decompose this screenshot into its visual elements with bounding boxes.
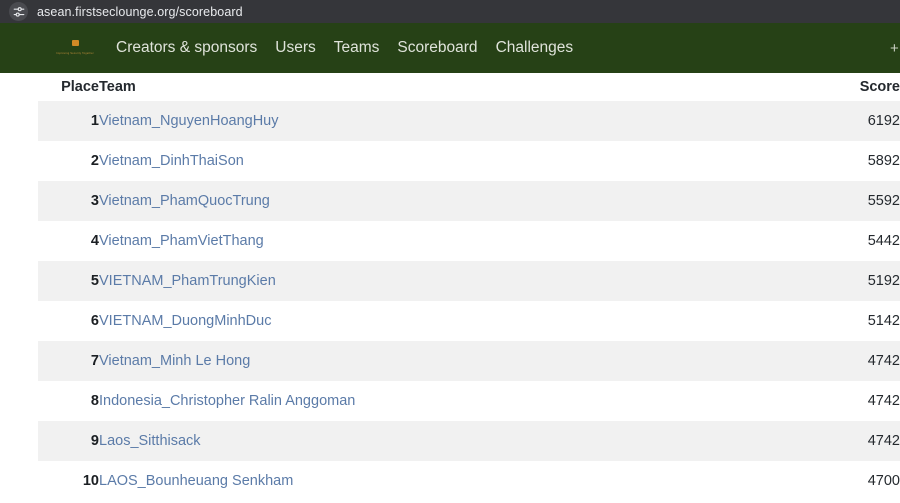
table-row[interactable]: 8 Indonesia_Christopher Ralin Anggoman 4… [0,381,900,421]
cell-team: Vietnam_DinhThaiSon [99,141,799,181]
cell-score: 4700 [799,461,900,501]
cell-team: LAOS_Bounheuang Senkham [99,461,799,501]
table-body: 1 Vietnam_NguyenHoangHuy 6192 2 Vietnam_… [0,101,900,501]
nav-link-challenges[interactable]: Challenges [487,39,583,57]
cell-place: 8 [0,381,99,421]
nav-overflow-glyph: + [890,40,899,56]
url-text: asean.firstseclounge.org/scoreboard [37,4,243,19]
cell-place: 1 [0,101,99,141]
cell-score: 5192 [799,261,900,301]
team-link[interactable]: Vietnam_NguyenHoangHuy [99,113,279,129]
column-header-score: Score [799,73,900,101]
table-row[interactable]: 7 Vietnam_Minh Le Hong 4742 [0,341,900,381]
table-row[interactable]: 5 VIETNAM_PhamTrungKien 5192 [0,261,900,301]
site-navbar: Improving Security Together Creators & s… [0,23,900,73]
cell-place: 10 [0,461,99,501]
scoreboard-table-container: Place Team Score 1 Vietnam_NguyenHoangHu… [0,73,900,503]
cell-team: Vietnam_Minh Le Hong [99,341,799,381]
cell-team: Vietnam_PhamVietThang [99,221,799,261]
table-row[interactable]: 2 Vietnam_DinhThaiSon 5892 [0,141,900,181]
table-row[interactable]: 9 Laos_Sitthisack 4742 [0,421,900,461]
table-row[interactable]: 6 VIETNAM_DuongMinhDuc 5142 [0,301,900,341]
column-header-team: Team [99,73,799,101]
cell-place: 9 [0,421,99,461]
team-link[interactable]: Laos_Sitthisack [99,433,201,449]
team-link[interactable]: Vietnam_Minh Le Hong [99,353,250,369]
cell-score: 5142 [799,301,900,341]
logo-mark-icon [71,40,79,47]
nav-link-users[interactable]: Users [266,39,324,57]
cell-place: 5 [0,261,99,301]
table-row[interactable]: 10 LAOS_Bounheuang Senkham 4700 [0,461,900,501]
cell-score: 5892 [799,141,900,181]
table-header-row: Place Team Score [0,73,900,101]
cell-place: 7 [0,341,99,381]
table-row[interactable]: 1 Vietnam_NguyenHoangHuy 6192 [0,101,900,141]
cell-team: Indonesia_Christopher Ralin Anggoman [99,381,799,421]
nav-link-teams[interactable]: Teams [325,39,389,57]
column-header-place: Place [0,73,99,101]
team-link[interactable]: Vietnam_PhamVietThang [99,233,264,249]
nav-overflow-region[interactable]: + [890,41,900,56]
cell-place: 2 [0,141,99,181]
cell-place: 4 [0,221,99,261]
team-link[interactable]: VIETNAM_PhamTrungKien [99,273,276,289]
cell-team: Vietnam_NguyenHoangHuy [99,101,799,141]
cell-team: VIETNAM_DuongMinhDuc [99,301,799,341]
scoreboard-table: Place Team Score 1 Vietnam_NguyenHoangHu… [0,73,900,501]
table-row[interactable]: 3 Vietnam_PhamQuocTrung 5592 [0,181,900,221]
team-link[interactable]: VIETNAM_DuongMinhDuc [99,313,271,329]
nav-link-scoreboard[interactable]: Scoreboard [388,39,486,57]
browser-url-bar[interactable]: asean.firstseclounge.org/scoreboard [0,0,900,23]
cell-team: Laos_Sitthisack [99,421,799,461]
cell-score: 4742 [799,341,900,381]
cell-score: 4742 [799,421,900,461]
logo-tagline: Improving Security Together [56,52,94,56]
cell-team: Vietnam_PhamQuocTrung [99,181,799,221]
table-header: Place Team Score [0,73,900,101]
cell-score: 6192 [799,101,900,141]
nav-links: Creators & sponsors Users Teams Scoreboa… [107,39,582,57]
tune-sliders-icon[interactable] [9,2,28,21]
cell-score: 5592 [799,181,900,221]
scoreboard-page: asean.firstseclounge.org/scoreboard Impr… [0,0,900,503]
nav-link-creators-sponsors[interactable]: Creators & sponsors [107,39,266,57]
cell-score: 5442 [799,221,900,261]
cell-team: VIETNAM_PhamTrungKien [99,261,799,301]
team-link[interactable]: Vietnam_PhamQuocTrung [99,193,270,209]
team-link[interactable]: Indonesia_Christopher Ralin Anggoman [99,393,355,409]
table-row[interactable]: 4 Vietnam_PhamVietThang 5442 [0,221,900,261]
cell-place: 3 [0,181,99,221]
site-logo[interactable]: Improving Security Together [52,32,98,64]
cell-place: 6 [0,301,99,341]
team-link[interactable]: Vietnam_DinhThaiSon [99,153,244,169]
team-link[interactable]: LAOS_Bounheuang Senkham [99,473,293,489]
cell-score: 4742 [799,381,900,421]
